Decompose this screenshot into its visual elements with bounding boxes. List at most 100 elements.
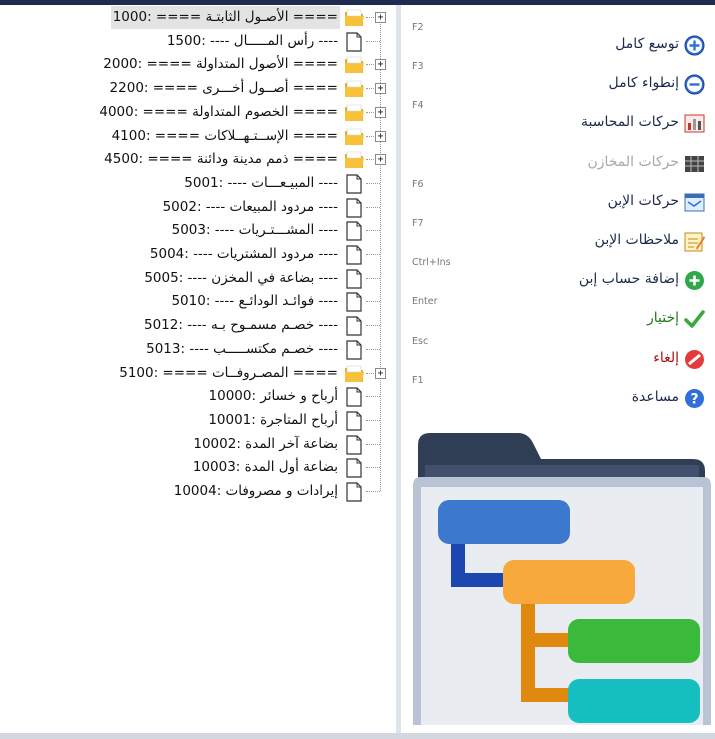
tree-node-label[interactable]: ---- رأس المـــــال ---- :1500 <box>165 30 340 53</box>
expand-toggle-icon[interactable]: + <box>375 130 386 142</box>
tree-node-label[interactable]: ==== الأصـول الثابتـة ==== :1000 <box>110 6 340 29</box>
expand-toggle-icon[interactable]: + <box>375 154 386 166</box>
shortcut-key-label: Enter <box>412 296 438 308</box>
tree-node-label[interactable]: أرباح المتاجرة :10001 <box>206 409 340 432</box>
action-item-child-window[interactable]: F6 حركات الإبن <box>401 176 715 215</box>
tree-node[interactable]: ---- خصـم مسمـوح بـه ---- :5012 <box>0 314 396 337</box>
action-label[interactable]: إختيار <box>647 310 679 326</box>
action-label[interactable]: حركات المحاسبة <box>581 114 679 130</box>
tree-node-label[interactable]: ==== الإســتـهــلاكات ==== :4100 <box>110 125 340 148</box>
action-item-help[interactable]: F1 مساعدة? <box>401 372 715 411</box>
tree-node[interactable]: ---- مردود المبيعات ---- :5002 <box>0 196 396 219</box>
tree-node-label[interactable]: ---- مردود المبيعات ---- :5002 <box>161 196 340 219</box>
action-label[interactable]: إلغاء <box>653 350 679 366</box>
folder-icon <box>345 151 364 169</box>
tree-node[interactable]: + ==== أصــول أخـــرى ==== :2200 <box>0 77 396 100</box>
tree-node-label[interactable]: ---- فوائـد الودائـع ---- :5010 <box>169 290 340 313</box>
tree-node[interactable]: ---- المبيـعـــات ---- :5001 <box>0 172 396 195</box>
expand-toggle-icon[interactable]: + <box>375 12 386 23</box>
action-item-notes-pencil[interactable]: F7 ملاحظات الإبن <box>401 215 715 254</box>
expand-toggle-icon[interactable]: + <box>375 367 386 379</box>
tree-branch-line <box>366 396 380 398</box>
tree-node[interactable]: + ==== ذمم مدينة ودائنة ==== :4500 <box>0 148 396 171</box>
tree-node-label[interactable]: ---- خصـم مكتســـــب ---- :5013 <box>144 338 340 361</box>
action-label[interactable]: إضافة حساب إبن <box>579 271 679 287</box>
tree-branch-line <box>366 467 380 469</box>
action-label[interactable]: توسع كامل <box>615 36 679 52</box>
document-icon <box>346 482 362 502</box>
tree-node[interactable]: بضاعة أول المدة :10003 <box>0 456 396 479</box>
document-icon <box>346 197 362 218</box>
tree-node-label[interactable]: بضاعة أول المدة :10003 <box>191 456 340 479</box>
action-label[interactable]: حركات الإبن <box>608 193 679 209</box>
tree-node[interactable]: ---- بضاعة في المخزن ---- :5005 <box>0 267 396 290</box>
tree-node-label[interactable]: ==== ذمم مدينة ودائنة ==== :4500 <box>102 148 340 171</box>
document-icon <box>346 316 362 336</box>
account-tree-panel[interactable]: + ==== الأصـول الثابتـة ==== :1000 ---- رأ… <box>0 5 396 733</box>
action-item-warehouse-grid: حركات المخازن <box>401 137 715 176</box>
shortcut-key-label: F6 <box>412 178 424 190</box>
tree-node-label[interactable]: ---- خصـم مسمـوح بـه ---- :5012 <box>142 314 340 337</box>
tree-branch-line <box>366 206 380 208</box>
tree-node[interactable]: + ==== الخصوم المتداولة ==== :4000 <box>0 101 396 124</box>
collapse-minus-icon <box>684 74 705 95</box>
folder-icon <box>345 128 364 145</box>
action-label[interactable]: مساعدة <box>632 389 679 405</box>
tree-node[interactable]: + ==== الأصول المتداولة ==== :2000 <box>0 53 396 76</box>
action-item-expand-plus[interactable]: F2 توسع كامل <box>401 19 715 58</box>
document-icon <box>346 32 362 52</box>
action-label[interactable]: إنطواء كامل <box>609 75 679 91</box>
tree-node[interactable]: ---- خصـم مكتســـــب ---- :5013 <box>0 338 396 361</box>
tree-branch-line <box>366 443 380 445</box>
action-item-cancel-red[interactable]: Esc إلغاء <box>401 333 715 372</box>
accounting-chart-icon <box>684 114 705 133</box>
shortcut-key-label: F7 <box>412 218 424 229</box>
tree-node[interactable]: + ==== المصـروفــات ==== :5100 <box>0 362 396 385</box>
document-icon <box>346 269 362 289</box>
action-item-accounting-chart[interactable]: F4 حركات المحاسبة <box>401 97 715 136</box>
action-item-add-green[interactable]: Ctrl+Ins إضافة حساب إبن <box>401 254 715 293</box>
tree-structure-illustration-icon <box>413 433 711 725</box>
document-icon <box>346 458 362 478</box>
tree-node-label[interactable]: ---- بضاعة في المخزن ---- :5005 <box>142 267 340 290</box>
tree-node-label[interactable]: أرباح و خسائر :10000 <box>207 385 340 408</box>
tree-branch-line <box>366 230 380 232</box>
expand-toggle-icon[interactable]: + <box>375 106 386 118</box>
document-icon <box>346 245 362 265</box>
tree-node[interactable]: أرباح المتاجرة :10001 <box>0 409 396 432</box>
document-icon <box>346 340 362 360</box>
tree-node[interactable]: ---- مردود المشتريات ---- :5004 <box>0 243 396 266</box>
tree-node[interactable]: + ==== الإســتـهــلاكات ==== :4100 <box>0 125 396 148</box>
tree-branch-line <box>366 277 380 279</box>
tree-node[interactable]: أرباح و خسائر :10000 <box>0 385 396 408</box>
add-green-icon <box>685 271 704 291</box>
tree-node[interactable]: ---- المشـــتـريات ---- :5003 <box>0 219 396 242</box>
tree-node-label[interactable]: بضاعة آخر المدة :10002 <box>191 433 340 456</box>
action-item-check[interactable]: Enter إختيار <box>401 293 715 332</box>
tree-node-label[interactable]: ==== الخصوم المتداولة ==== :4000 <box>97 101 340 124</box>
action-item-collapse-minus[interactable]: F3 إنطواء كامل <box>401 58 715 97</box>
tree-node[interactable]: ---- فوائـد الودائـع ---- :5010 <box>0 290 396 313</box>
shortcut-key-label: Ctrl+Ins <box>412 257 451 269</box>
tree-node-label[interactable]: إيرادات و مصروفات :10004 <box>172 480 340 503</box>
folder-icon <box>345 104 364 121</box>
tree-node[interactable]: بضاعة آخر المدة :10002 <box>0 433 396 456</box>
tree-node-label[interactable]: ---- المشـــتـريات ---- :5003 <box>170 219 340 242</box>
actions-panel: F2 توسع كامل F3 إنطواء كامل F4 حركات المحاسبة… <box>401 5 715 733</box>
tree-node-label[interactable]: ---- مردود المشتريات ---- :5004 <box>148 243 340 266</box>
warehouse-grid-icon <box>685 155 704 172</box>
document-icon <box>346 292 362 312</box>
notes-pencil-icon <box>684 232 705 252</box>
tree-node[interactable]: + ==== الأصـول الثابتـة ==== :1000 <box>0 6 396 29</box>
action-label[interactable]: ملاحظات الإبن <box>595 232 679 248</box>
expand-toggle-icon[interactable]: + <box>375 59 386 71</box>
tree-node-label[interactable]: ==== أصــول أخـــرى ==== :2200 <box>108 77 340 100</box>
expand-toggle-icon[interactable]: + <box>375 83 386 95</box>
tree-node[interactable]: ---- رأس المـــــال ---- :1500 <box>0 30 396 53</box>
shortcut-key-label: F3 <box>412 61 424 73</box>
shortcut-key-label: Esc <box>412 335 429 347</box>
tree-node-label[interactable]: ---- المبيـعـــات ---- :5001 <box>182 172 340 195</box>
tree-node-label[interactable]: ==== الأصول المتداولة ==== :2000 <box>101 53 340 76</box>
tree-node-label[interactable]: ==== المصـروفــات ==== :5100 <box>117 362 340 385</box>
tree-node[interactable]: إيرادات و مصروفات :10004 <box>0 480 396 503</box>
